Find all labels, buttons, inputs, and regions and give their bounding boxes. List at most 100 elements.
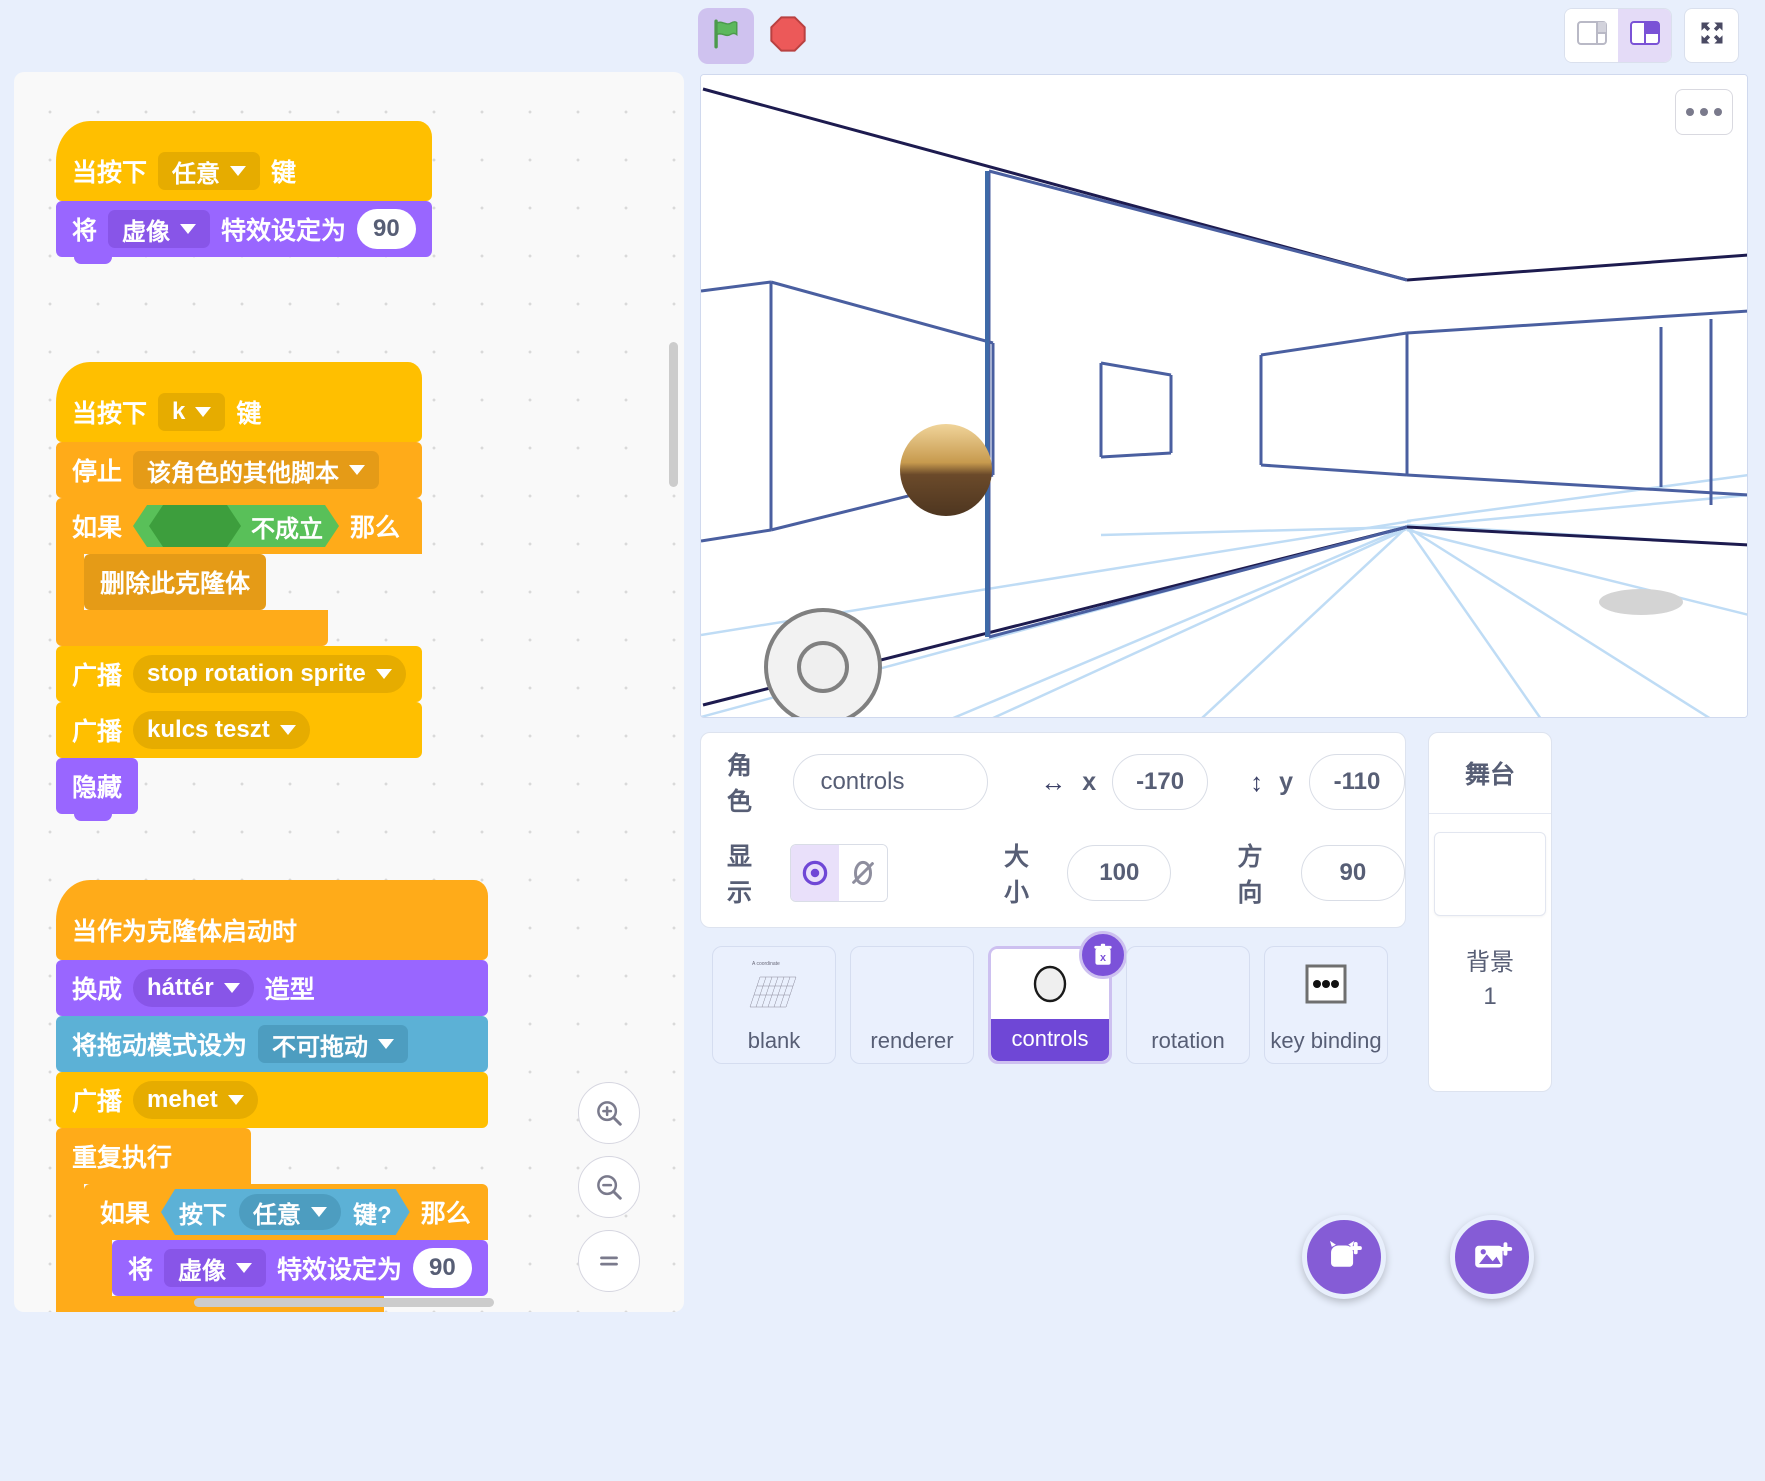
dropdown-value: 不可拖动	[272, 1027, 368, 1062]
sprite-item-key-binding[interactable]: key binding	[1264, 946, 1388, 1064]
block-label: 特效设定为	[277, 1250, 402, 1286]
costume-dropdown[interactable]: háttér	[133, 969, 254, 1007]
block-when-i-start-as-clone[interactable]: 当作为克隆体启动时	[56, 880, 488, 960]
three-dots-square-icon	[1299, 958, 1353, 1010]
key-dropdown[interactable]: k	[158, 393, 225, 431]
stage-overflow-menu-button[interactable]	[1675, 89, 1733, 135]
sprite-item-blank[interactable]: A coordinate blank	[712, 946, 836, 1064]
eye-hidden-icon	[848, 858, 878, 888]
block-key-pressed[interactable]: 按下 任意 键?	[161, 1189, 410, 1235]
sprite-item-rotation[interactable]: rotation	[1126, 946, 1250, 1064]
sprite-item-label: blank	[713, 1021, 835, 1063]
block-set-drag-mode[interactable]: 将拖动模式设为 不可拖动	[56, 1016, 488, 1072]
if-then-body: 将 虚像 特效设定为 90	[84, 1240, 488, 1296]
chevron-down-icon	[224, 983, 240, 993]
delete-sprite-button[interactable]: x	[1079, 931, 1127, 979]
key-dropdown[interactable]: 任意	[158, 152, 260, 190]
stage-panel-title: 舞台	[1465, 755, 1515, 791]
if-then-header[interactable]: 如果 按下 任意 键? 那么	[84, 1184, 488, 1240]
zoom-in-button[interactable]	[578, 1082, 640, 1144]
block-when-key-pressed[interactable]: 当按下 k 键	[56, 362, 422, 442]
drag-mode-dropdown[interactable]: 不可拖动	[258, 1025, 408, 1063]
block-label: 隐藏	[72, 768, 122, 804]
horizontal-arrows-icon: ↔	[1040, 767, 1066, 798]
sprite-show-button[interactable]	[791, 845, 839, 901]
block-broadcast[interactable]: 广播 kulcs teszt	[56, 702, 422, 758]
broadcast-message-dropdown[interactable]: mehet	[133, 1081, 258, 1119]
fullscreen-button[interactable]	[1685, 9, 1738, 62]
block-broadcast[interactable]: 广播 mehet	[56, 1072, 488, 1128]
zoom-out-button[interactable]	[578, 1156, 640, 1218]
block-label: 删除此克隆体	[100, 564, 250, 600]
large-stage-layout-icon	[1630, 21, 1660, 50]
stage-view[interactable]	[700, 74, 1748, 718]
script-when-k-pressed[interactable]: 当按下 k 键 停止 该角色的其他脚本 如果	[56, 362, 422, 814]
c-block-contents: 如果 按下 任意 键? 那么	[84, 1184, 488, 1312]
dropdown-value: 虚像	[178, 1251, 226, 1286]
stage-backdrop-thumbnail[interactable]	[1434, 832, 1546, 916]
dropdown-value: 任意	[172, 154, 220, 189]
dropdown-value: k	[172, 398, 185, 426]
block-forever[interactable]: 重复执行 如果 按下 任意	[56, 1128, 488, 1312]
sprite-y-input[interactable]: -110	[1309, 754, 1405, 810]
dropdown-value: kulcs teszt	[147, 716, 270, 744]
block-set-effect[interactable]: 将 虚像 特效设定为 90	[56, 201, 432, 257]
stop-target-dropdown[interactable]: 该角色的其他脚本	[133, 451, 379, 489]
block-hide[interactable]: 隐藏	[56, 758, 138, 814]
stage-selector-panel[interactable]: 舞台 背景 1	[1428, 732, 1552, 1092]
block-if-then[interactable]: 如果 不成立 那么 删除此克隆体	[56, 498, 422, 646]
broadcast-message-dropdown[interactable]: kulcs teszt	[133, 711, 310, 749]
effect-value-input[interactable]: 90	[413, 1248, 472, 1288]
effect-dropdown[interactable]: 虚像	[164, 1249, 266, 1287]
large-stage-button[interactable]	[1618, 9, 1671, 62]
effect-value-input[interactable]: 90	[357, 209, 416, 249]
block-broadcast[interactable]: 广播 stop rotation sprite	[56, 646, 422, 702]
block-label: 广播	[72, 1082, 122, 1118]
if-then-header[interactable]: 如果 不成立 那么	[56, 498, 422, 554]
sprite-item-controls[interactable]: x controls	[988, 946, 1112, 1064]
block-stop-other-scripts[interactable]: 停止 该角色的其他脚本	[56, 442, 422, 498]
zoom-controls	[578, 1082, 640, 1292]
zoom-reset-button[interactable]	[578, 1230, 640, 1292]
script-when-clone-starts[interactable]: 当作为克隆体启动时 换成 háttér 造型 将拖动模式设为 不可拖动 广播	[56, 880, 488, 1312]
add-sprite-button[interactable]	[1302, 1215, 1386, 1299]
c-block-arm	[84, 1240, 112, 1296]
effect-dropdown[interactable]: 虚像	[108, 210, 210, 248]
sprite-name-input[interactable]: controls	[793, 754, 988, 810]
top-toolbar	[0, 0, 1765, 72]
dropdown-value: 虚像	[122, 212, 170, 247]
sprite-x-input[interactable]: -170	[1112, 754, 1208, 810]
workspace-horizontal-scrollbar[interactable]	[194, 1298, 494, 1307]
block-switch-costume[interactable]: 换成 háttér 造型	[56, 960, 488, 1016]
block-when-key-pressed[interactable]: 当按下 任意 键	[56, 121, 432, 201]
add-backdrop-button[interactable]	[1450, 1215, 1534, 1299]
block-label: 当按下	[72, 153, 147, 189]
block-set-effect[interactable]: 将 虚像 特效设定为 90	[112, 1240, 488, 1296]
sprite-item-renderer[interactable]: renderer	[850, 946, 974, 1064]
sprite-direction-label: 方向	[1237, 837, 1278, 909]
c-block-contents: 删除此克隆体	[84, 554, 266, 610]
code-workspace[interactable]: 当按下 任意 键 将 虚像 特效设定为 90 当按下	[14, 72, 684, 1312]
stop-sign-icon	[768, 14, 808, 59]
sprite-hide-button[interactable]	[839, 845, 887, 901]
block-delete-this-clone[interactable]: 删除此克隆体	[84, 554, 266, 610]
broadcast-message-dropdown[interactable]: stop rotation sprite	[133, 655, 406, 693]
block-not-operator[interactable]: 不成立	[133, 505, 339, 547]
sprite-direction-input[interactable]: 90	[1301, 845, 1405, 901]
workspace-vertical-scrollbar[interactable]	[669, 342, 678, 487]
forever-header[interactable]: 重复执行	[56, 1128, 251, 1184]
not-operand-slot[interactable]	[149, 505, 241, 547]
small-stage-button[interactable]	[1565, 9, 1618, 62]
block-if-then[interactable]: 如果 按下 任意 键? 那么	[84, 1184, 488, 1312]
sprite-info-row-2: 显示 大小 100 方向 90	[701, 831, 1405, 915]
key-dropdown[interactable]: 任意	[239, 1194, 341, 1230]
sprite-info-panel: 角色 controls ↔ x -170 ↕ y -110 显示	[700, 732, 1406, 928]
script-when-key-any-pressed[interactable]: 当按下 任意 键 将 虚像 特效设定为 90	[56, 121, 432, 257]
add-backdrop-image-icon	[1471, 1236, 1513, 1278]
chevron-down-icon	[376, 669, 392, 679]
dropdown-value: mehet	[147, 1086, 218, 1114]
green-flag-button[interactable]	[698, 8, 754, 64]
sprite-visibility-label: 显示	[727, 837, 768, 909]
sprite-size-input[interactable]: 100	[1067, 845, 1171, 901]
stop-button[interactable]	[760, 8, 816, 64]
